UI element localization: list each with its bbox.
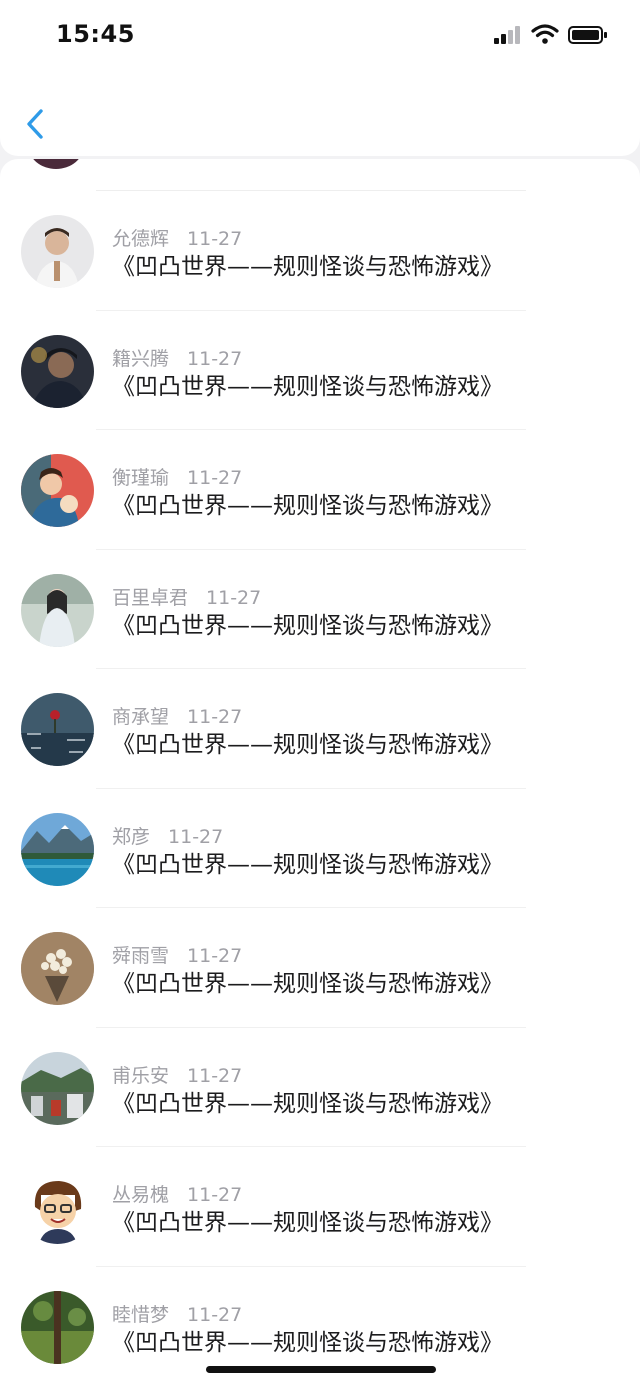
comment-text: 《凹凸世界——规则怪谈与恐怖游戏》	[112, 254, 503, 280]
comment-text: 《凹凸世界——规则怪谈与恐怖游戏》	[112, 1090, 503, 1117]
avatar	[21, 1051, 94, 1125]
avatar	[21, 215, 94, 288]
comment-text: 《凹凸世界——规则怪谈与恐怖游戏》	[112, 971, 503, 997]
home-indicator	[206, 1366, 436, 1373]
status-time: 15:45	[56, 20, 135, 48]
comment-text: 《凹凸世界——规则怪谈与恐怖游戏》	[112, 612, 503, 639]
list-item[interactable]: 舜雨雪 11-27 《凹凸世界——规则怪谈与恐怖游戏》	[0, 908, 640, 1028]
comment-text: 《凹凸世界——规则怪谈与恐怖游戏》	[112, 1329, 503, 1356]
avatar	[21, 812, 94, 886]
avatar	[21, 1290, 94, 1364]
avatar	[21, 573, 94, 647]
list-item[interactable]: 籍兴腾 11-27 《凹凸世界——规则怪谈与恐怖游戏》	[0, 311, 640, 430]
comment-text: 《凹凸世界——规则怪谈与恐怖游戏》	[112, 493, 503, 519]
wifi-icon	[531, 24, 559, 44]
status-bar: 15:45	[0, 0, 640, 70]
list-item[interactable]: 丛易槐 11-27 《凹凸世界——规则怪谈与恐怖游戏》	[0, 1147, 640, 1267]
list-item[interactable]: 商承望 11-27 《凹凸世界——规则怪谈与恐怖游戏》	[0, 669, 640, 789]
comment-text: 《凹凸世界——规则怪谈与恐怖游戏》	[112, 732, 503, 758]
comment-list: 允德辉 11-27 《凹凸世界——规则怪谈与恐怖游戏》 籍兴腾 11-27 《凹凸世…	[0, 159, 640, 1388]
list-item[interactable]: 允德辉 11-27 《凹凸世界——规则怪谈与恐怖游戏》	[0, 191, 640, 311]
list-item[interactable]: 郑彦 11-27 《凹凸世界——规则怪谈与恐怖游戏》	[0, 789, 640, 908]
battery-icon	[568, 26, 607, 44]
avatar	[21, 334, 94, 408]
avatar	[21, 1171, 94, 1244]
avatar	[28, 159, 84, 169]
comment-text: 《凹凸世界——规则怪谈与恐怖游戏》	[112, 1210, 503, 1236]
list-item[interactable]: 衡瑾瑜 11-27 《凹凸世界——规则怪谈与恐怖游戏》	[0, 430, 640, 550]
list-item[interactable]: 甫乐安 11-27 《凹凸世界——规则怪谈与恐怖游戏》	[0, 1028, 640, 1147]
comment-text: 《凹凸世界——规则怪谈与恐怖游戏》	[112, 373, 503, 400]
back-button[interactable]	[20, 104, 50, 144]
nav-bar	[0, 70, 640, 156]
avatar	[21, 932, 94, 1005]
avatar	[21, 454, 94, 527]
avatar	[21, 693, 94, 766]
comment-text: 《凹凸世界——规则怪谈与恐怖游戏》	[112, 851, 503, 878]
list-item[interactable]: 百里卓君 11-27 《凹凸世界——规则怪谈与恐怖游戏》	[0, 550, 640, 669]
chevron-left-icon	[27, 109, 43, 139]
signal-icon	[494, 26, 520, 44]
